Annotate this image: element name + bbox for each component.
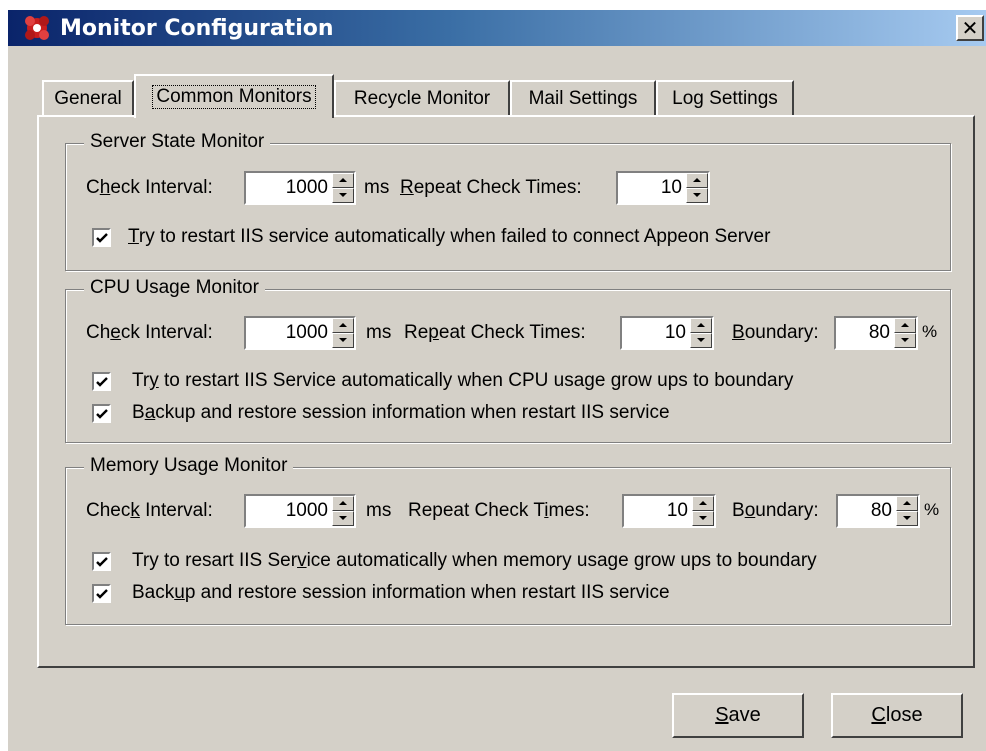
memory-backup-checkbox[interactable] (92, 584, 111, 603)
memory-restart-label: Try to resart IIS Service automatically … (132, 550, 817, 571)
server-state-group: Server State Monitor Check Interval: 100… (65, 131, 951, 271)
close-icon: ✕ (961, 16, 979, 40)
app-icon (25, 16, 49, 40)
cpu-repeat-value: 10 (664, 322, 686, 343)
memory-ms-label: ms (366, 500, 392, 521)
spin-down-icon[interactable] (332, 511, 354, 526)
memory-usage-title: Memory Usage Monitor (84, 455, 294, 477)
checkmark-icon (96, 409, 108, 419)
cpu-interval-value: 1000 (285, 322, 328, 343)
cpu-check-interval-label: Check Interval: (86, 322, 213, 343)
spin-down-icon[interactable] (332, 333, 354, 348)
spin-down-icon[interactable] (896, 511, 918, 526)
server-ms-label: ms (364, 177, 390, 198)
cpu-boundary-spinner[interactable]: 80 (834, 316, 918, 350)
memory-boundary-value: 80 (870, 500, 892, 521)
cpu-check-interval-spinner[interactable]: 1000 (244, 316, 356, 350)
spin-up-icon[interactable] (690, 318, 712, 333)
memory-usage-group: Memory Usage Monitor Check Interval: 100… (65, 455, 951, 625)
cpu-repeat-label: Repeat Check Times: (404, 322, 586, 343)
memory-repeat-label: Repeat Check Times: (408, 500, 590, 521)
window-title: Monitor Configuration (60, 16, 334, 41)
checkmark-icon (96, 589, 108, 599)
spin-down-icon[interactable] (894, 333, 916, 348)
memory-percent-label: % (924, 500, 940, 519)
close-window-button[interactable]: ✕ (956, 15, 984, 41)
close-button[interactable]: Close (831, 693, 963, 738)
tab-recycle-monitor[interactable]: Recycle Monitor (334, 80, 510, 116)
server-repeat-value: 10 (660, 177, 682, 198)
checkmark-icon (96, 377, 108, 387)
memory-boundary-spinner[interactable]: 80 (836, 494, 920, 528)
server-interval-value: 1000 (285, 177, 328, 198)
cpu-boundary-label: Boundary: (732, 322, 819, 343)
server-repeat-spinner[interactable]: 10 (616, 171, 710, 205)
cpu-backup-label: Backup and restore session information w… (132, 402, 670, 423)
server-repeat-label: Repeat Check Times: (400, 177, 582, 198)
save-button[interactable]: Save (672, 693, 804, 738)
server-check-interval-spinner[interactable]: 1000 (244, 171, 356, 205)
tab-mail-settings[interactable]: Mail Settings (510, 80, 656, 116)
spin-up-icon[interactable] (894, 318, 916, 333)
cpu-boundary-value: 80 (868, 322, 890, 343)
cpu-usage-title: CPU Usage Monitor (84, 277, 265, 299)
spin-down-icon[interactable] (690, 333, 712, 348)
spin-up-icon[interactable] (896, 496, 918, 511)
memory-restart-checkbox[interactable] (92, 552, 111, 571)
checkmark-icon (96, 233, 108, 243)
spin-down-icon[interactable] (692, 511, 714, 526)
cpu-usage-group: CPU Usage Monitor Check Interval: 1000 m… (65, 277, 951, 443)
spin-up-icon[interactable] (332, 318, 354, 333)
title-bar[interactable]: Monitor Configuration ✕ (8, 10, 986, 46)
tab-general[interactable]: General (42, 80, 134, 116)
memory-repeat-spinner[interactable]: 10 (622, 494, 716, 528)
memory-backup-label: Backup and restore session information w… (132, 582, 670, 603)
spin-down-icon[interactable] (332, 188, 354, 203)
spin-up-icon[interactable] (692, 496, 714, 511)
server-check-interval-label: Check Interval: (86, 177, 213, 198)
cpu-restart-checkbox[interactable] (92, 372, 111, 391)
tab-panel: Server State Monitor Check Interval: 100… (37, 115, 975, 668)
server-restart-checkbox[interactable] (92, 228, 111, 247)
spin-down-icon[interactable] (686, 188, 708, 203)
server-state-title: Server State Monitor (84, 131, 271, 153)
cpu-restart-label: Try to restart IIS Service automatically… (132, 370, 794, 391)
memory-boundary-label: Boundary: (732, 500, 819, 521)
tab-common-monitors[interactable]: Common Monitors (134, 74, 334, 118)
cpu-backup-checkbox[interactable] (92, 404, 111, 423)
spin-up-icon[interactable] (686, 173, 708, 188)
cpu-ms-label: ms (366, 322, 392, 343)
server-restart-label: Try to restart IIS service automatically… (128, 226, 771, 247)
memory-interval-value: 1000 (285, 500, 328, 521)
memory-check-interval-spinner[interactable]: 1000 (244, 494, 356, 528)
tab-log-settings[interactable]: Log Settings (656, 80, 794, 116)
memory-repeat-value: 10 (666, 500, 688, 521)
checkmark-icon (96, 557, 108, 567)
spin-up-icon[interactable] (332, 496, 354, 511)
cpu-percent-label: % (922, 322, 938, 341)
cpu-repeat-spinner[interactable]: 10 (620, 316, 714, 350)
spin-up-icon[interactable] (332, 173, 354, 188)
memory-check-interval-label: Check Interval: (86, 500, 213, 521)
